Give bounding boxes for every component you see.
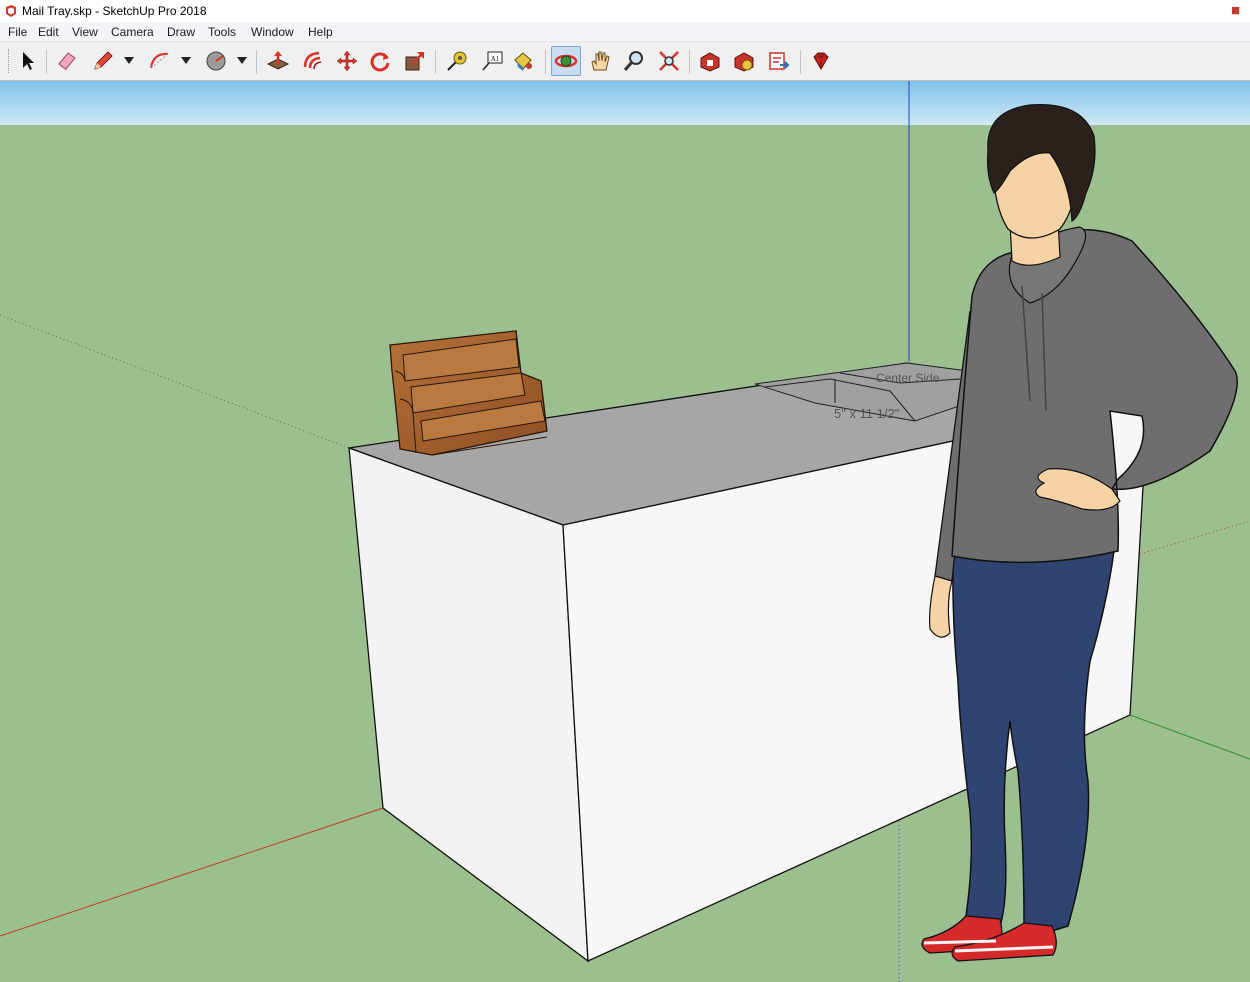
zoom-tool-button[interactable] xyxy=(619,46,649,76)
pan-tool-button[interactable] xyxy=(585,46,615,76)
shapes-tool-button[interactable] xyxy=(201,46,231,76)
orbit-icon xyxy=(554,54,578,68)
text-tool-glyph: A1 xyxy=(491,55,500,63)
model-viewport[interactable]: Center Side 5" x 11 1/2" xyxy=(0,81,1250,982)
ruby-console-tool-button[interactable] xyxy=(806,46,836,76)
menu-file[interactable]: File xyxy=(8,25,27,39)
warehouse-icon xyxy=(700,52,720,72)
toolbar-separator xyxy=(46,50,47,74)
layout-icon xyxy=(769,52,790,70)
move-icon xyxy=(336,50,358,72)
ruby-icon xyxy=(813,52,829,70)
zoom-extents-icon xyxy=(659,51,679,71)
menu-bar: File Edit View Camera Draw Tools Window … xyxy=(0,22,1250,42)
rotate-tool-button[interactable] xyxy=(365,46,395,76)
tape-measure-tool-button[interactable] xyxy=(442,46,472,76)
chevron-down-icon xyxy=(181,57,191,64)
warehouse-tool-button[interactable] xyxy=(695,46,725,76)
shapes-dropdown[interactable] xyxy=(235,46,249,76)
send-to-layout-tool-button[interactable] xyxy=(764,46,794,76)
close-icon[interactable]: ■ xyxy=(1231,2,1240,19)
arc-icon xyxy=(150,52,169,69)
getting-started-toolbar: A1 xyxy=(0,42,1250,81)
orbit-tool-button[interactable] xyxy=(551,46,581,76)
arc-dropdown[interactable] xyxy=(179,46,193,76)
rotate-icon xyxy=(370,52,390,72)
hand-icon xyxy=(591,51,610,71)
scale-tool-button[interactable] xyxy=(400,46,430,76)
paint-bucket-icon xyxy=(514,52,532,71)
select-tool-button[interactable] xyxy=(12,46,42,76)
menu-tools[interactable]: Tools xyxy=(208,25,236,39)
menu-view[interactable]: View xyxy=(72,25,98,39)
pencil-icon xyxy=(94,51,113,70)
toolbar-separator xyxy=(545,50,546,74)
pencil-tool-button[interactable] xyxy=(88,46,118,76)
move-tool-button[interactable] xyxy=(332,46,362,76)
paint-bucket-tool-button[interactable] xyxy=(508,46,538,76)
dimension-label: 5" x 11 1/2" xyxy=(834,406,900,421)
magnifier-icon xyxy=(623,51,643,71)
push-pull-icon xyxy=(266,51,290,70)
sketchup-window: Mail Tray.skp - SketchUp Pro 2018 ■ File… xyxy=(0,0,1250,982)
toolbar-separator xyxy=(689,50,690,74)
window-title: Mail Tray.skp - SketchUp Pro 2018 xyxy=(22,4,207,18)
circle-icon xyxy=(206,51,226,71)
menu-camera[interactable]: Camera xyxy=(111,25,154,39)
text-tool-button[interactable]: A1 xyxy=(477,46,507,76)
menu-draw[interactable]: Draw xyxy=(167,25,195,39)
scene-canvas[interactable]: Center Side 5" x 11 1/2" xyxy=(0,81,1250,982)
eraser-tool-button[interactable] xyxy=(52,46,82,76)
offset-tool-button[interactable] xyxy=(298,46,328,76)
toolbar-separator xyxy=(435,50,436,74)
toolbar-separator xyxy=(800,50,801,74)
menu-edit[interactable]: Edit xyxy=(38,25,59,39)
arc-tool-button[interactable] xyxy=(145,46,175,76)
title-bar: Mail Tray.skp - SketchUp Pro 2018 ■ xyxy=(0,0,1250,23)
menu-window[interactable]: Window xyxy=(251,25,294,39)
scale-icon xyxy=(405,52,424,71)
extension-warehouse-tool-button[interactable] xyxy=(729,46,759,76)
tape-measure-icon xyxy=(447,51,467,71)
pencil-dropdown[interactable] xyxy=(122,46,136,76)
push-pull-tool-button[interactable] xyxy=(263,46,293,76)
arrow-icon xyxy=(23,52,34,70)
chevron-down-icon xyxy=(237,57,247,64)
sketchup-logo-icon xyxy=(6,5,16,17)
chevron-down-icon xyxy=(124,57,134,64)
text-icon: A1 xyxy=(482,51,503,71)
toolbar-separator xyxy=(256,50,257,74)
extension-icon xyxy=(734,52,754,72)
part-label: Center Side xyxy=(876,371,940,385)
eraser-icon xyxy=(58,52,76,71)
offset-icon xyxy=(303,51,322,70)
menu-help[interactable]: Help xyxy=(308,25,333,39)
zoom-extents-tool-button[interactable] xyxy=(654,46,684,76)
